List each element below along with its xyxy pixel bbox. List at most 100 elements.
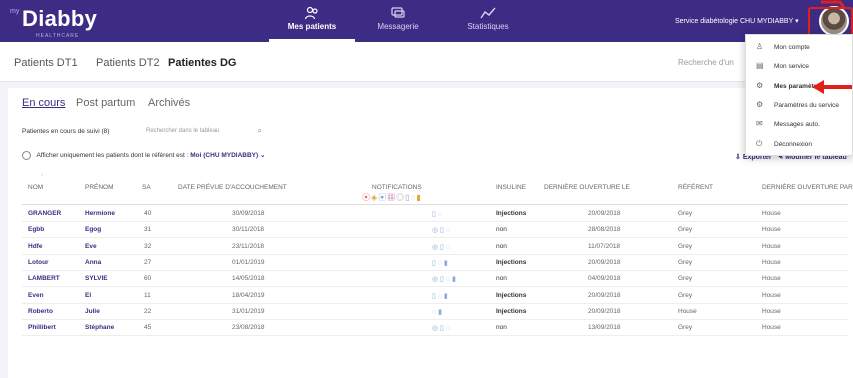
table-row[interactable]: Even El 11 18/04/2019 ▯ ◌ ▮ Injections 20/09/2… — [22, 288, 848, 304]
col-derniere-ouverture[interactable]: DERNIÈRE OUVERTURE LE — [544, 184, 630, 191]
user-dropdown-menu: ♙ Mon compte ▤ Mon service ⚙ Mes paramèt… — [745, 34, 853, 156]
menu-item-parametres-service[interactable]: ⚙ Paramètres du service — [746, 98, 853, 113]
cell-sa: 60 — [144, 275, 152, 283]
cell-sa: 40 — [144, 210, 152, 217]
cell-nom[interactable]: Lotour — [28, 259, 49, 266]
service-selector[interactable]: Service diabétologie CHU MYDIABBY ▾ — [675, 17, 799, 25]
cell-notifications: ◎ ▯ ◌ — [432, 227, 451, 235]
col-prenom[interactable]: PRÉNOM — [85, 184, 114, 191]
stats-icon — [480, 7, 496, 19]
table-row[interactable]: Phillibert Stéphane 45 23/08/2018 ◎ ▯ ◌ non 13… — [22, 320, 848, 337]
cell-sa: 31 — [144, 226, 152, 234]
table-row[interactable]: Roberto Julie 22 31/01/2019 ◌ ▮ Injections 20/… — [22, 304, 848, 320]
menu-item-mon-compte[interactable]: ♙ Mon compte — [746, 40, 853, 55]
menu-item-label: Mon service — [774, 63, 810, 70]
col-insuline[interactable]: INSULINE — [496, 184, 526, 191]
messages-icon — [391, 7, 405, 18]
col-derniere-ouverture-par[interactable]: DERNIÈRE OUVERTURE PAR — [762, 184, 853, 191]
table-search-input[interactable]: Rechercher dans le tableau ⌕ — [146, 125, 266, 138]
cell-derniere-ouverture: 11/07/2018 — [588, 242, 621, 250]
col-notifications[interactable]: NOTIFICATIONS — [372, 184, 422, 191]
cell-insuline: non — [496, 242, 507, 250]
patient-search-input[interactable]: Recherche d'un — [672, 53, 752, 73]
cell-prenom[interactable]: Anna — [85, 259, 101, 266]
app-logo[interactable]: my Diabby HEALTHCARE — [10, 6, 97, 39]
subtab-dg[interactable]: Patientes DG — [168, 57, 236, 69]
cell-notifications: ◌ ▮ — [432, 308, 442, 316]
top-navigation-bar: my Diabby HEALTHCARE Mes patients Messag… — [0, 0, 853, 42]
notification-filter-icons[interactable]: ⦿◈▣▦◎▯◌▮ — [362, 192, 422, 203]
cell-referent: Grey — [678, 291, 693, 299]
cell-nom[interactable]: Phillibert — [28, 324, 56, 331]
subtab-dt1[interactable]: Patients DT1 — [14, 57, 78, 69]
cell-referent: Grey — [678, 210, 693, 217]
cell-derniere-ouverture-par: House — [762, 210, 781, 217]
red-pointer-arrow-icon — [812, 80, 852, 94]
message-icon: ▣ — [378, 193, 388, 202]
cell-prenom[interactable]: Egog — [85, 226, 101, 233]
cell-prenom[interactable]: Eve — [85, 243, 97, 250]
cell-prenom[interactable]: Hermione — [85, 210, 115, 217]
cell-insuline: Injections — [496, 307, 527, 315]
cell-referent: Grey — [678, 226, 693, 234]
patient-group-bar: Patients DT1 Patients DT2 Patientes DG R… — [0, 42, 853, 82]
subtab-dt2[interactable]: Patients DT2 — [96, 57, 160, 69]
cell-insuline: non — [496, 226, 507, 234]
table-row[interactable]: LAMBERT SYLVIE 60 14/05/2018 ◎ ▯ ◌ ▮ non 04/09… — [22, 271, 848, 288]
filter-referent-select[interactable]: Moi (CHU MYDIABBY) — [190, 152, 258, 159]
nav-mes-patients[interactable]: Mes patients — [269, 4, 355, 42]
filter-label: Afficher uniquement les patients dont le… — [36, 152, 189, 160]
menu-item-label: Déconnexion — [774, 141, 812, 148]
cell-prenom[interactable]: Julie — [85, 308, 100, 315]
cell-insuline: Injections — [496, 258, 527, 266]
cell-date: 31/01/2019 — [232, 307, 265, 315]
cell-insuline: non — [496, 275, 507, 283]
cell-sa: 45 — [144, 324, 152, 332]
table-row[interactable]: Egbb Egog 31 30/11/2018 ◎ ▯ ◌ non 28/08/2018 Gr… — [22, 222, 848, 239]
menu-item-deconnexion[interactable]: ⏻ Déconnexion — [746, 137, 853, 152]
cell-derniere-ouverture: 20/09/2018 — [588, 291, 621, 299]
alert-icon: ⦿ — [362, 193, 371, 202]
menu-item-label: Messages auto. — [774, 121, 820, 128]
cell-insuline: non — [496, 324, 507, 332]
cell-nom[interactable]: Hdfe — [28, 243, 42, 250]
cell-date: 30/11/2018 — [232, 226, 265, 234]
col-referent[interactable]: RÉFÉRENT — [678, 184, 713, 191]
filter-radio[interactable] — [22, 151, 31, 160]
logo-subtitle: HEALTHCARE — [36, 33, 80, 39]
cell-prenom[interactable]: SYLVIE — [85, 275, 108, 282]
cell-prenom[interactable]: El — [85, 292, 91, 299]
red-arrow-icon — [821, 0, 845, 9]
table-row[interactable]: GRANGER Hermione 40 30/09/2018 ▯ ◌ Injections… — [22, 206, 848, 222]
table-header: ⌃ NOM PRÉNOM SA DATE PRÉVUE D'ACCOUCHEME… — [22, 173, 853, 205]
mail-icon: ✉ — [756, 119, 763, 128]
nav-statistiques[interactable]: Statistiques — [463, 4, 513, 42]
cell-date: 30/09/2018 — [232, 210, 265, 217]
cell-nom[interactable]: GRANGER — [28, 210, 61, 217]
cell-date: 23/11/2018 — [232, 242, 265, 250]
cell-prenom[interactable]: Stéphane — [85, 324, 114, 331]
col-sa[interactable]: SA — [142, 184, 151, 191]
cell-nom[interactable]: Roberto — [28, 308, 53, 315]
table-row[interactable]: Lotour Anna 27 01/01/2019 ▯ ◌ ▮ Injections 20/… — [22, 255, 848, 271]
menu-item-messages-auto[interactable]: ✉ Messages auto. — [746, 117, 853, 132]
cell-derniere-ouverture: 20/09/2018 — [588, 307, 621, 315]
cell-derniere-ouverture: 04/09/2018 — [588, 275, 621, 283]
cell-nom[interactable]: LAMBERT — [28, 275, 60, 282]
nav-mes-patients-label: Mes patients — [287, 22, 337, 31]
cell-nom[interactable]: Even — [28, 292, 44, 299]
nav-messagerie[interactable]: Messagerie — [373, 4, 423, 42]
col-date-accouchement[interactable]: DATE PRÉVUE D'ACCOUCHEMENT — [178, 184, 287, 191]
cell-referent: House — [678, 307, 697, 315]
cell-sa: 11 — [144, 291, 151, 299]
tab-archives[interactable]: Archivés — [148, 97, 190, 109]
tab-en-cours[interactable]: En cours — [22, 97, 65, 109]
menu-item-mon-service[interactable]: ▤ Mon service — [746, 59, 853, 74]
col-nom[interactable]: NOM — [28, 184, 43, 191]
cell-sa: 32 — [144, 242, 152, 250]
referent-filter: Afficher uniquement les patients dont le… — [22, 151, 265, 160]
cell-nom[interactable]: Egbb — [28, 226, 44, 233]
tab-post-partum[interactable]: Post partum — [76, 97, 135, 109]
table-row[interactable]: Hdfe Eve 32 23/11/2018 ◎ ▯ ◌ non 11/07/2018 Gre… — [22, 239, 848, 255]
sort-icon[interactable]: ⌃ — [40, 174, 44, 180]
